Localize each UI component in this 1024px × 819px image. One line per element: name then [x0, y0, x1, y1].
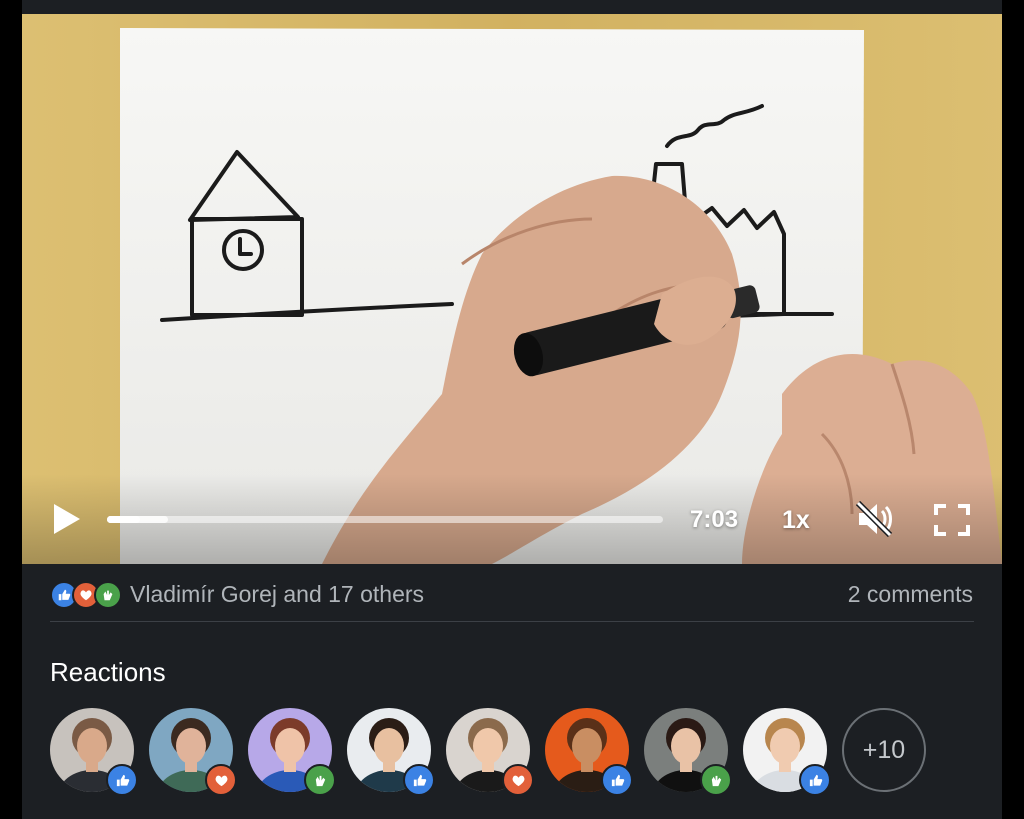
time-display: 7:03	[690, 506, 739, 533]
like-icon	[106, 764, 138, 796]
progress-played	[107, 516, 141, 523]
clap-icon	[94, 581, 122, 609]
reactor-avatar[interactable]	[644, 708, 732, 796]
reactor-avatar[interactable]	[347, 708, 435, 796]
play-icon[interactable]	[52, 503, 82, 535]
reactor-avatar[interactable]	[545, 708, 633, 796]
more-reactions-button[interactable]: +10	[842, 708, 926, 792]
reactor-avatar[interactable]	[149, 708, 237, 796]
reaction-icons	[50, 579, 124, 609]
like-icon	[403, 764, 435, 796]
playback-speed-button[interactable]: 1x	[782, 506, 810, 535]
divider	[50, 621, 974, 622]
love-icon	[205, 764, 237, 796]
progress-bar[interactable]	[107, 516, 663, 523]
love-icon	[502, 764, 534, 796]
reactor-avatar[interactable]	[50, 708, 138, 796]
reactor-avatar[interactable]	[248, 708, 336, 796]
reactor-avatar[interactable]	[446, 708, 534, 796]
clap-icon	[304, 764, 336, 796]
reactor-avatar[interactable]	[743, 708, 831, 796]
reactors-text[interactable]: Vladimír Gorej and 17 others	[130, 581, 424, 608]
video-player[interactable]: 7:03 1x	[22, 14, 1002, 564]
reaction-summary[interactable]: Vladimír Gorej and 17 others	[50, 578, 424, 610]
clap-icon	[700, 764, 732, 796]
comments-link[interactable]: 2 comments	[848, 581, 973, 608]
like-icon	[799, 764, 831, 796]
fullscreen-icon[interactable]	[934, 504, 970, 536]
like-icon	[601, 764, 633, 796]
volume-muted-icon[interactable]	[856, 501, 894, 537]
reactions-heading: Reactions	[50, 657, 166, 687]
